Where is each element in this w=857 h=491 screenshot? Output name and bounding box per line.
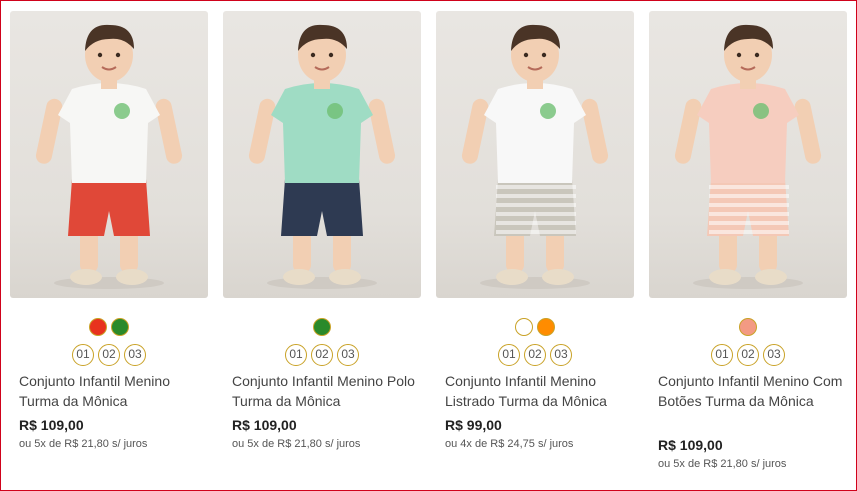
color-swatch[interactable] xyxy=(111,318,129,336)
shorts-stripe xyxy=(496,212,576,216)
shorts-stripe xyxy=(496,230,576,234)
shorts-stripe xyxy=(496,194,576,198)
product-installments: ou 4x de R$ 24,75 s/ juros xyxy=(445,438,574,450)
left-arm xyxy=(35,98,63,164)
left-arm xyxy=(674,98,702,164)
product-price: R$ 99,00 xyxy=(445,417,502,433)
size-option[interactable]: 03 xyxy=(337,344,359,366)
shorts-stripe xyxy=(496,203,576,207)
right-arm xyxy=(155,98,183,164)
color-swatches xyxy=(223,318,421,338)
shorts-stripe xyxy=(496,221,576,225)
left-arm xyxy=(461,98,489,164)
product-card[interactable]: 01 02 03 Conjunto Infantil Menino Turma … xyxy=(10,11,208,450)
product-image[interactable] xyxy=(436,11,634,298)
right-eye xyxy=(115,52,121,58)
right-eye xyxy=(328,52,334,58)
shorts-stripe xyxy=(709,203,789,207)
product-name[interactable]: Conjunto Infantil Menino Turma da Mônica xyxy=(10,371,208,411)
right-arm xyxy=(581,98,609,164)
shirt xyxy=(271,83,373,183)
size-option[interactable]: 01 xyxy=(498,344,520,366)
product-image[interactable] xyxy=(223,11,421,298)
size-option[interactable]: 02 xyxy=(524,344,546,366)
product-installments: ou 5x de R$ 21,80 s/ juros xyxy=(232,438,361,450)
size-option[interactable]: 02 xyxy=(737,344,759,366)
shirt xyxy=(697,83,799,183)
left-eye xyxy=(97,52,103,58)
shirt xyxy=(58,83,160,183)
size-option[interactable]: 03 xyxy=(763,344,785,366)
size-option[interactable]: 03 xyxy=(550,344,572,366)
shirt-print xyxy=(540,103,556,119)
product-photo-illustration xyxy=(674,24,822,289)
product-price: R$ 109,00 xyxy=(658,437,723,453)
left-shoe xyxy=(496,269,528,285)
left-eye xyxy=(523,52,529,58)
size-option[interactable]: 03 xyxy=(124,344,146,366)
right-shoe xyxy=(542,269,574,285)
left-shoe xyxy=(70,269,102,285)
shorts-stripe xyxy=(709,212,789,216)
product-name[interactable]: Conjunto Infantil Menino Listrado Turma … xyxy=(436,371,634,411)
right-shoe xyxy=(329,269,361,285)
shirt-print xyxy=(753,103,769,119)
color-swatches xyxy=(10,318,208,338)
product-price: R$ 109,00 xyxy=(19,417,84,433)
color-swatches xyxy=(436,318,634,338)
size-options: 01 02 03 xyxy=(436,344,634,366)
size-options: 01 02 03 xyxy=(10,344,208,366)
color-swatch[interactable] xyxy=(89,318,107,336)
shirt-print xyxy=(114,103,130,119)
product-price: R$ 109,00 xyxy=(232,417,297,433)
product-photo-illustration xyxy=(248,24,396,289)
color-swatch[interactable] xyxy=(515,318,533,336)
right-arm xyxy=(368,98,396,164)
shorts-stripe xyxy=(709,230,789,234)
left-eye xyxy=(310,52,316,58)
product-image[interactable] xyxy=(10,11,208,298)
left-eye xyxy=(736,52,742,58)
size-options: 01 02 03 xyxy=(649,344,847,366)
shirt-print xyxy=(327,103,343,119)
right-eye xyxy=(754,52,760,58)
product-card[interactable]: 01 02 03 Conjunto Infantil Menino Com Bo… xyxy=(649,11,847,470)
shorts-stripe xyxy=(709,185,789,189)
product-installments: ou 5x de R$ 21,80 s/ juros xyxy=(19,438,148,450)
color-swatches xyxy=(649,318,847,338)
color-swatch[interactable] xyxy=(739,318,757,336)
product-photo-illustration xyxy=(461,24,609,289)
shorts-stripe xyxy=(709,221,789,225)
right-arm xyxy=(794,98,822,164)
product-card[interactable]: 01 02 03 Conjunto Infantil Menino Polo T… xyxy=(223,11,421,450)
right-eye xyxy=(541,52,547,58)
product-card[interactable]: 01 02 03 Conjunto Infantil Menino Listra… xyxy=(436,11,634,450)
shirt xyxy=(484,83,586,183)
shorts xyxy=(68,179,150,236)
size-option[interactable]: 01 xyxy=(285,344,307,366)
shorts xyxy=(281,179,363,236)
product-grid: 01 02 03 Conjunto Infantil Menino Turma … xyxy=(10,11,847,489)
right-shoe xyxy=(755,269,787,285)
left-shoe xyxy=(709,269,741,285)
color-swatch[interactable] xyxy=(537,318,555,336)
shorts-stripe xyxy=(709,194,789,198)
product-image[interactable] xyxy=(649,11,847,298)
shorts-stripe xyxy=(496,185,576,189)
product-photo-illustration xyxy=(35,24,183,289)
left-shoe xyxy=(283,269,315,285)
size-option[interactable]: 01 xyxy=(711,344,733,366)
color-swatch[interactable] xyxy=(313,318,331,336)
right-shoe xyxy=(116,269,148,285)
left-arm xyxy=(248,98,276,164)
product-name[interactable]: Conjunto Infantil Menino Com Botões Turm… xyxy=(649,371,847,431)
size-options: 01 02 03 xyxy=(223,344,421,366)
size-option[interactable]: 01 xyxy=(72,344,94,366)
size-option[interactable]: 02 xyxy=(98,344,120,366)
product-name[interactable]: Conjunto Infantil Menino Polo Turma da M… xyxy=(223,371,421,411)
product-installments: ou 5x de R$ 21,80 s/ juros xyxy=(658,458,787,470)
size-option[interactable]: 02 xyxy=(311,344,333,366)
